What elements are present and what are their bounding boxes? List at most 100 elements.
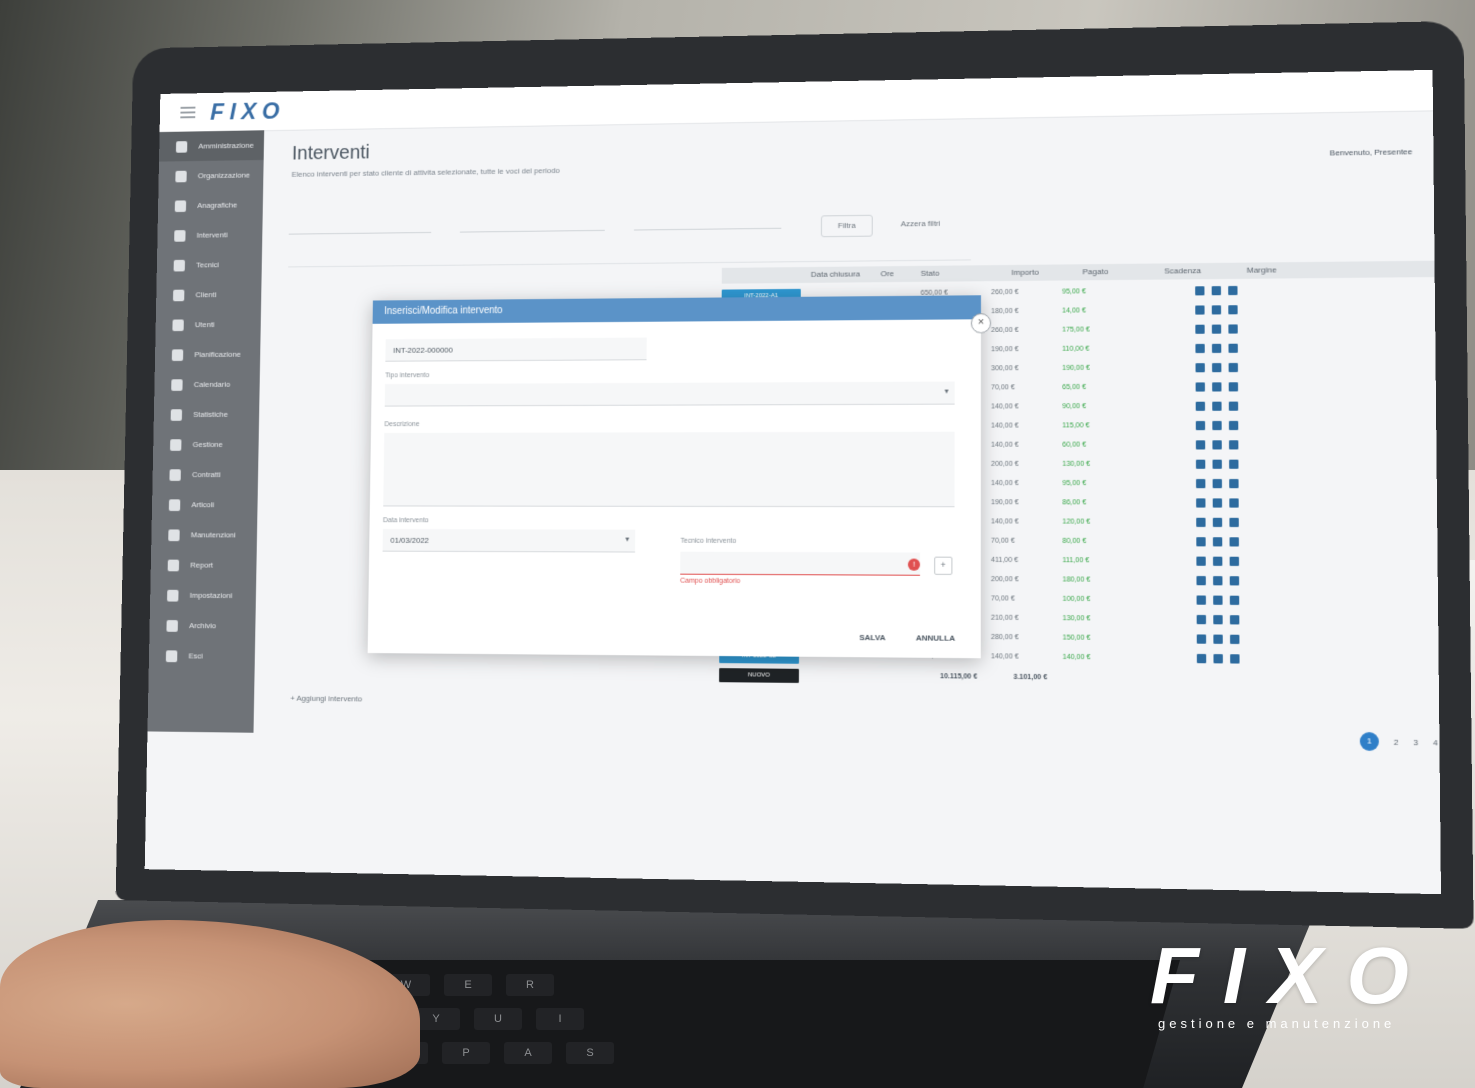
view-icon[interactable]: [1195, 440, 1206, 450]
view-icon[interactable]: [1195, 459, 1206, 469]
view-icon[interactable]: [1195, 421, 1206, 431]
edit-icon[interactable]: [1212, 382, 1222, 392]
view-icon[interactable]: [1196, 614, 1207, 625]
new-button[interactable]: NUOVO: [719, 668, 799, 683]
page-link[interactable]: 3: [1413, 737, 1418, 746]
view-icon[interactable]: [1196, 517, 1206, 527]
view-icon[interactable]: [1196, 653, 1207, 664]
edit-icon[interactable]: [1211, 324, 1222, 334]
sidebar-item[interactable]: Anagrafiche: [158, 190, 263, 221]
column-header[interactable]: Stato: [921, 269, 940, 278]
edit-icon[interactable]: [1212, 420, 1222, 431]
page-link[interactable]: 4: [1433, 738, 1438, 747]
sidebar-item[interactable]: Organizzazione: [158, 160, 263, 191]
edit-icon[interactable]: [1211, 305, 1222, 315]
edit-icon[interactable]: [1213, 654, 1223, 664]
column-header[interactable]: Ore: [881, 269, 894, 278]
sidebar-item[interactable]: Tecnici: [157, 249, 262, 280]
view-icon[interactable]: [1196, 576, 1206, 586]
delete-icon[interactable]: [1230, 634, 1240, 645]
filter-select-1[interactable]: [288, 212, 432, 235]
view-icon[interactable]: [1195, 343, 1205, 354]
edit-icon[interactable]: [1212, 363, 1222, 373]
sidebar-item[interactable]: Clienti: [156, 279, 262, 310]
delete-icon[interactable]: [1228, 420, 1239, 431]
view-icon[interactable]: [1195, 401, 1206, 411]
column-header[interactable]: Margine: [1247, 265, 1277, 274]
sidebar-item[interactable]: Gestione: [153, 429, 259, 459]
app-logo[interactable]: FIXO: [210, 98, 285, 126]
sidebar-item[interactable]: Impostazioni: [150, 580, 256, 611]
delete-icon[interactable]: [1228, 401, 1239, 411]
save-button[interactable]: SALVA: [859, 633, 885, 642]
edit-icon[interactable]: [1213, 634, 1223, 644]
user-greeting[interactable]: Benvenuto, Presentee: [1330, 147, 1413, 157]
delete-icon[interactable]: [1229, 556, 1240, 566]
delete-icon[interactable]: [1229, 615, 1240, 625]
sidebar-item[interactable]: Statistiche: [154, 399, 260, 429]
sidebar-item[interactable]: Report: [151, 550, 257, 581]
sidebar-item[interactable]: Manutenzioni: [151, 520, 257, 550]
delete-icon[interactable]: [1228, 440, 1239, 450]
edit-icon[interactable]: [1212, 479, 1222, 489]
sidebar-item[interactable]: Utenti: [155, 309, 261, 340]
edit-icon[interactable]: [1213, 615, 1223, 625]
filter-select-2[interactable]: [459, 210, 605, 233]
edit-icon[interactable]: [1212, 459, 1222, 469]
delete-icon[interactable]: [1230, 654, 1240, 664]
delete-icon[interactable]: [1229, 576, 1240, 586]
description-textarea[interactable]: [383, 431, 955, 508]
filter-select-3[interactable]: [633, 208, 782, 231]
view-icon[interactable]: [1195, 363, 1205, 373]
column-header[interactable]: Pagato: [1082, 267, 1108, 276]
add-technician-button[interactable]: +: [934, 556, 953, 575]
view-icon[interactable]: [1195, 305, 1205, 315]
delete-icon[interactable]: [1229, 498, 1239, 508]
technician-field[interactable]: [680, 551, 921, 576]
code-field[interactable]: INT-2022-000000: [385, 337, 647, 362]
page-link[interactable]: 2: [1394, 737, 1399, 746]
edit-icon[interactable]: [1212, 556, 1223, 566]
edit-icon[interactable]: [1211, 343, 1222, 353]
view-icon[interactable]: [1196, 556, 1206, 566]
delete-icon[interactable]: [1228, 285, 1238, 296]
close-icon[interactable]: ×: [970, 313, 992, 334]
edit-icon[interactable]: [1212, 498, 1223, 508]
delete-icon[interactable]: [1228, 343, 1238, 353]
sidebar-item[interactable]: Amministrazione: [159, 130, 265, 162]
delete-icon[interactable]: [1229, 479, 1239, 489]
edit-icon[interactable]: [1211, 286, 1221, 296]
view-icon[interactable]: [1196, 595, 1206, 605]
edit-icon[interactable]: [1213, 595, 1223, 605]
hamburger-menu-icon[interactable]: [180, 106, 196, 119]
add-intervention-link[interactable]: + Aggiungi intervento: [290, 694, 362, 704]
filter-button[interactable]: Filtra: [820, 214, 873, 238]
delete-icon[interactable]: [1228, 324, 1238, 334]
column-header[interactable]: Importo: [1011, 268, 1038, 277]
column-header[interactable]: Data chiusura: [811, 269, 860, 278]
view-icon[interactable]: [1196, 634, 1207, 644]
edit-icon[interactable]: [1212, 537, 1223, 547]
view-icon[interactable]: [1195, 382, 1205, 392]
delete-icon[interactable]: [1228, 305, 1238, 315]
delete-icon[interactable]: [1229, 517, 1239, 528]
edit-icon[interactable]: [1212, 401, 1222, 411]
edit-icon[interactable]: [1213, 576, 1223, 586]
view-icon[interactable]: [1195, 324, 1205, 334]
delete-icon[interactable]: [1229, 537, 1239, 547]
view-icon[interactable]: [1196, 537, 1206, 547]
sidebar-item[interactable]: Calendario: [154, 369, 260, 399]
sidebar-item[interactable]: Interventi: [157, 220, 262, 251]
sidebar-item[interactable]: Archivio: [149, 610, 255, 641]
delete-icon[interactable]: [1228, 382, 1239, 392]
page-current[interactable]: 1: [1359, 732, 1379, 751]
sidebar-item[interactable]: Esci: [149, 640, 255, 671]
delete-icon[interactable]: [1228, 362, 1238, 373]
clear-filters-button[interactable]: Azzera filtri: [901, 213, 991, 234]
delete-icon[interactable]: [1229, 459, 1239, 469]
type-select[interactable]: ▾: [384, 381, 955, 407]
view-icon[interactable]: [1196, 479, 1206, 489]
view-icon[interactable]: [1195, 286, 1205, 296]
column-header[interactable]: Scadenza: [1164, 266, 1201, 275]
cancel-button[interactable]: ANNULLA: [916, 633, 955, 642]
